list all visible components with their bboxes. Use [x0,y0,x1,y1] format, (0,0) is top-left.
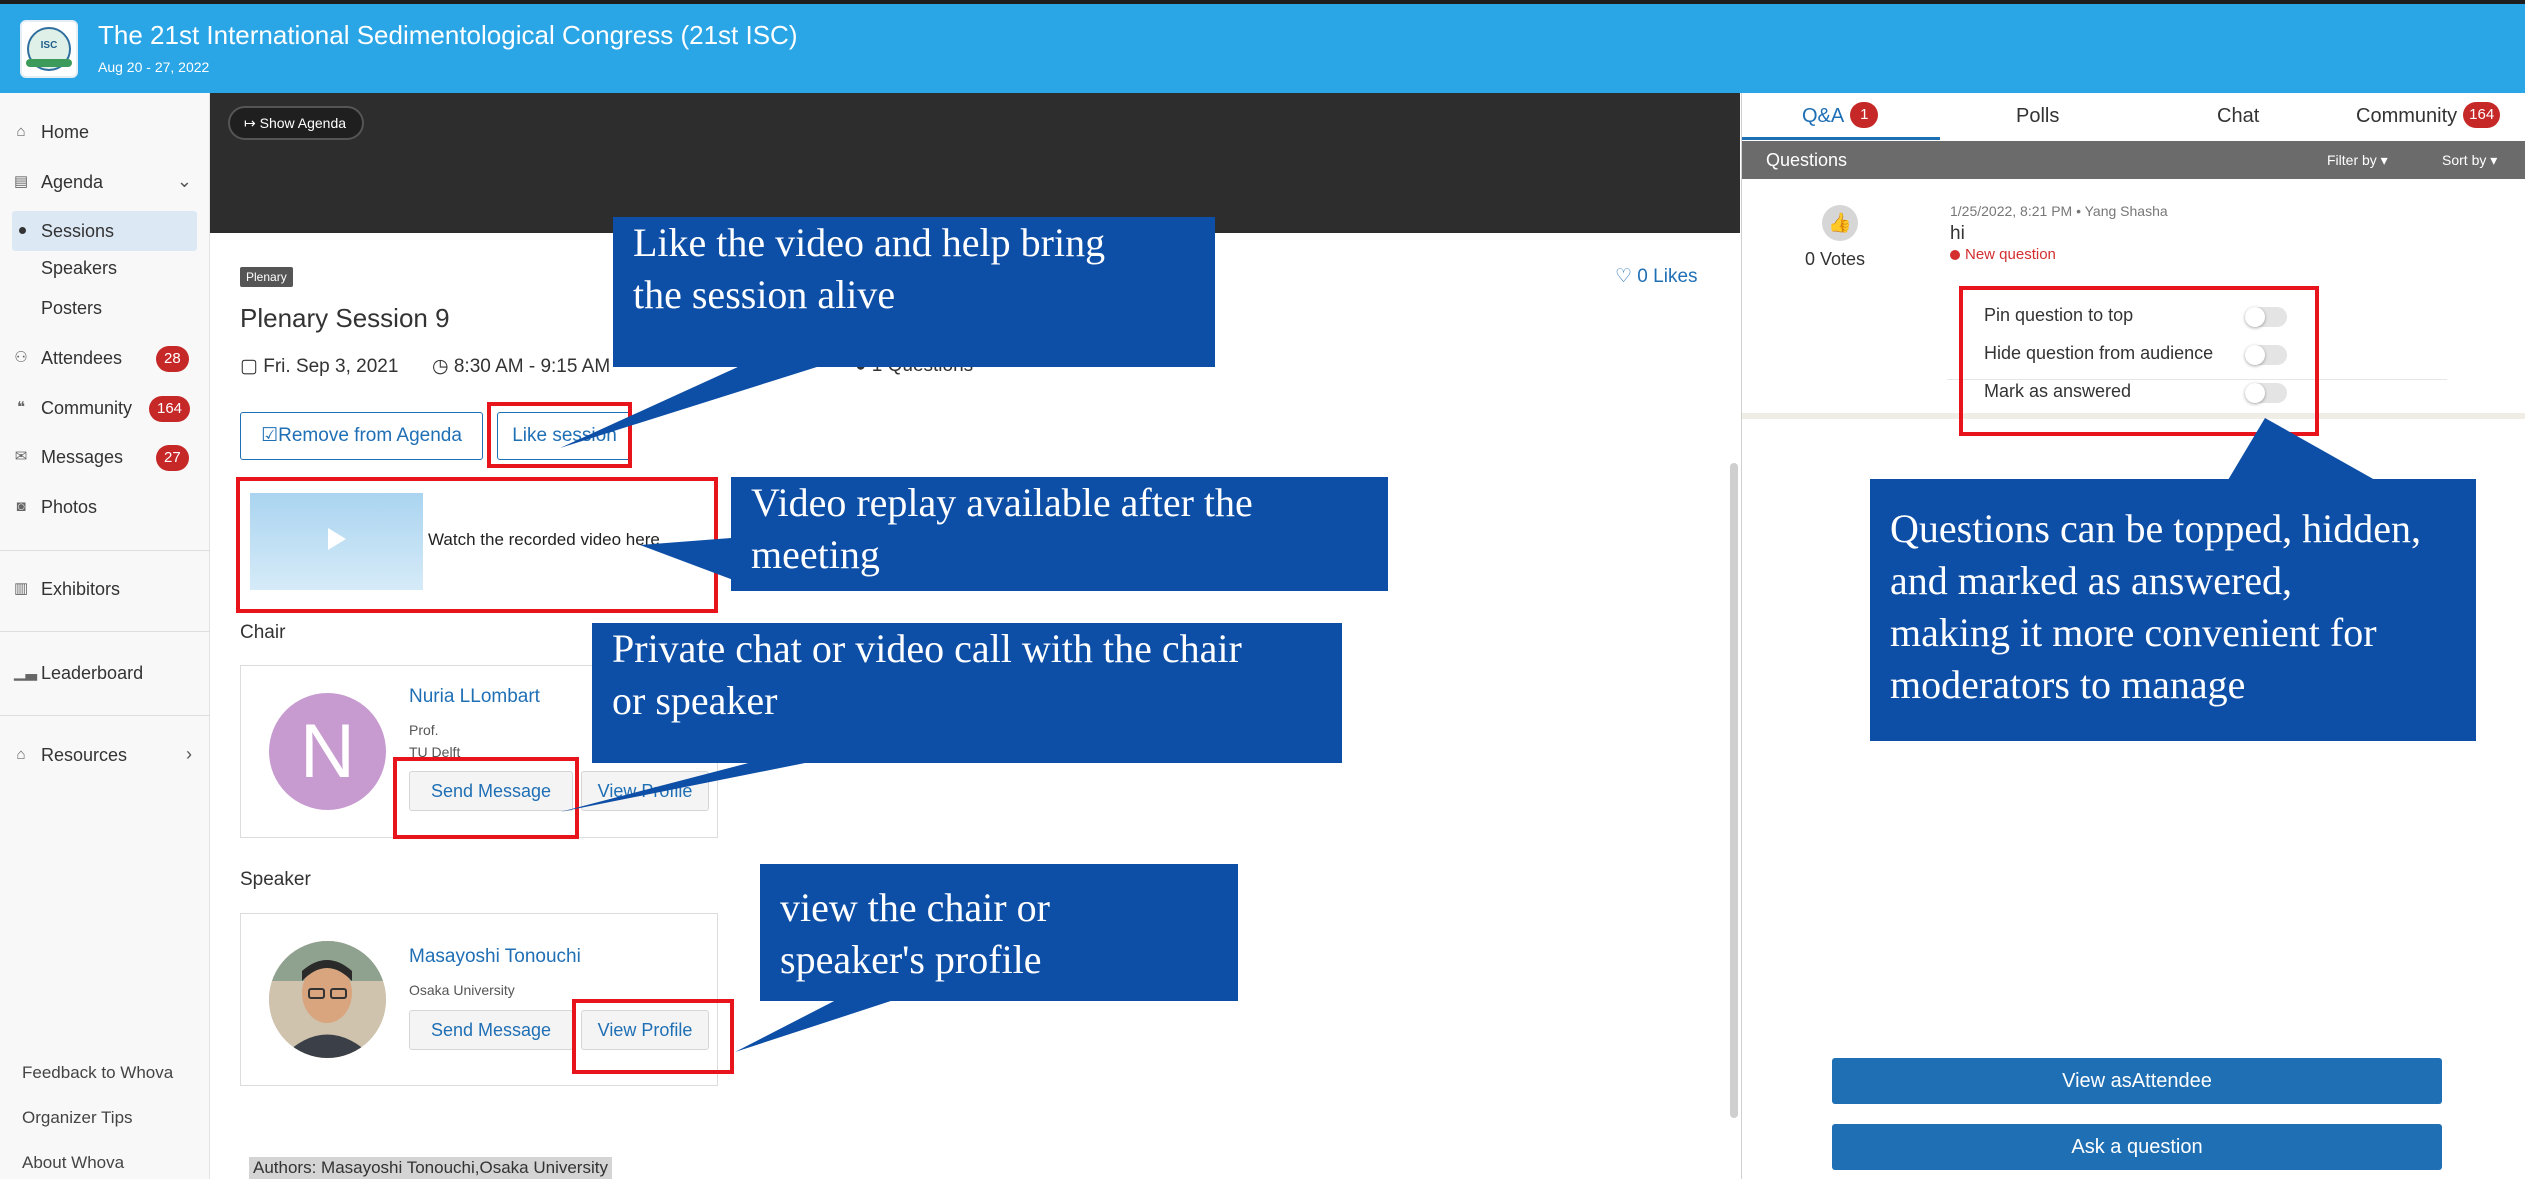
session-type-tag: Plenary [240,267,293,287]
congress-logo: ISC [20,20,78,78]
messages-badge: 27 [156,445,189,471]
chair-heading: Chair [240,622,286,643]
callout-video: Video replay available after the meeting [731,477,1388,591]
callout-profile: view the chair or speaker's profile [760,864,1238,1001]
show-agenda-button[interactable]: ↦ Show Agenda [228,106,365,140]
active-tab-indicator [1742,137,1940,140]
bullet-icon [19,227,26,234]
highlight-question-toggles [1959,286,2319,436]
about-whova-link[interactable]: About Whova [22,1153,124,1173]
event-title: The 21st International Sedimentological … [98,20,798,50]
sidebar-item-home[interactable]: ⌂ Home [0,112,210,152]
building-icon: ▥ [14,580,29,597]
session-title: Plenary Session 9 [240,303,450,333]
sidebar-divider [0,550,210,551]
questions-label: Questions [1766,150,1848,170]
tab-qa[interactable]: Q&A 1 [1802,93,1879,139]
home-icon: ⌂ [16,123,26,140]
ask-question-button[interactable]: Ask a question [1832,1124,2442,1170]
view-as-attendee-button[interactable]: View asAttendee [1832,1058,2442,1104]
callout-chat: Private chat or video call with the chai… [592,623,1342,763]
expand-arrow-icon: ↦ [244,115,260,131]
calendar-check-icon: ☑ [261,425,279,446]
chevron-down-icon[interactable]: ⌄ [177,171,192,192]
session-date: ▢ Fri. Sep 3, 2021 [240,356,399,377]
bank-icon: ⌂ [16,746,26,763]
highlight-recorded-video [236,477,718,613]
send-message-button[interactable]: Send Message [409,1010,573,1050]
question-text: hi [1950,223,1965,244]
qa-badge: 1 [1850,101,1879,128]
session-time: ◷ 8:30 AM - 9:15 AM [432,356,611,377]
upvote-button[interactable]: 👍 [1822,205,1858,241]
sidebar-item-messages[interactable]: ✉ Messages 27 [0,437,210,477]
calendar-icon: ▢ [240,356,264,377]
highlight-like-session [487,402,632,468]
sidebar-item-leaderboard[interactable]: ▁▃ Leaderboard [0,653,210,693]
sidebar-item-sessions[interactable]: Sessions [12,211,197,251]
sidebar: ⌂ Home ▤ Agenda ⌄ Sessions Speakers Post… [0,93,210,1179]
speaker-name[interactable]: Masayoshi Tonouchi [409,946,581,968]
sidebar-item-photos[interactable]: ◙ Photos [0,487,210,527]
view-profile-button[interactable]: View Profile [581,771,709,811]
organizer-tips-link[interactable]: Organizer Tips [22,1108,133,1128]
chair-title: Prof. [409,722,439,738]
speaker-photo [269,941,386,1058]
event-dates: Aug 20 - 27, 2022 [98,59,210,75]
vote-count: 0 Votes [1805,249,1866,269]
highlight-send-message [393,757,579,839]
sidebar-item-speakers[interactable]: Speakers [0,248,210,288]
callout-like: Like the video and help bring the sessio… [613,217,1215,367]
speaker-org: Osaka University [409,982,515,998]
chevron-right-icon[interactable]: › [186,744,192,765]
tab-chat[interactable]: Chat [2217,93,2259,139]
sidebar-item-exhibitors[interactable]: ▥ Exhibitors [0,569,210,609]
top-header: ISC The 21st International Sedimentologi… [0,0,2525,93]
remove-from-agenda-button[interactable]: ☑Remove from Agenda [240,412,483,460]
avatar: N [269,693,386,810]
sidebar-divider [0,631,210,632]
chat-bubbles-icon: ❝ [16,399,26,416]
people-icon: ⚇ [14,349,28,366]
new-question-status: New question [1950,246,2056,263]
tab-community[interactable]: Community 164 [2356,93,2501,139]
community-tab-badge: 164 [2463,101,2501,128]
questions-bar: Questions Filter by ▾ Sort by ▾ [1742,141,2525,179]
filter-dropdown[interactable]: Filter by ▾ [2327,141,2388,179]
chair-name[interactable]: Nuria LLombart [409,686,540,708]
video-player[interactable]: ↦ Show Agenda [210,93,1740,233]
envelope-icon: ✉ [14,448,28,465]
calendar-icon: ▤ [14,173,29,190]
question-meta: 1/25/2022, 8:21 PM • Yang Shasha [1950,203,2168,219]
sidebar-item-community[interactable]: ❝ Community 164 [0,388,210,428]
sidebar-item-attendees[interactable]: ⚇ Attendees 28 [0,338,210,378]
sidebar-item-agenda[interactable]: ▤ Agenda ⌄ [0,162,210,202]
app-window: ISC The 21st International Sedimentologi… [0,0,2525,1179]
feedback-link[interactable]: Feedback to Whova [22,1063,173,1083]
callout-questions: Questions can be topped, hidden, and mar… [1870,479,2476,741]
likes-count[interactable]: ♡ 0 Likes [1615,265,1698,288]
highlight-view-profile [572,999,734,1074]
thumbs-up-icon: 👍 [1828,213,1852,234]
leaderboard-icon: ▁▃ [14,664,38,681]
sidebar-item-resources[interactable]: ⌂ Resources › [0,735,210,775]
sidebar-divider [0,715,210,716]
speaker-heading: Speaker [240,869,311,890]
tab-polls[interactable]: Polls [2016,93,2059,139]
avatar [269,941,386,1058]
clock-icon: ◷ [432,356,454,377]
camera-icon: ◙ [16,498,26,515]
sort-dropdown[interactable]: Sort by ▾ [2442,141,2497,179]
scrollbar[interactable] [1730,463,1738,1118]
attendees-badge: 28 [156,346,189,372]
sidebar-item-posters[interactable]: Posters [0,288,210,328]
community-badge: 164 [149,396,191,422]
authors-line: Authors: Masayoshi Tonouchi,Osaka Univer… [249,1157,612,1179]
